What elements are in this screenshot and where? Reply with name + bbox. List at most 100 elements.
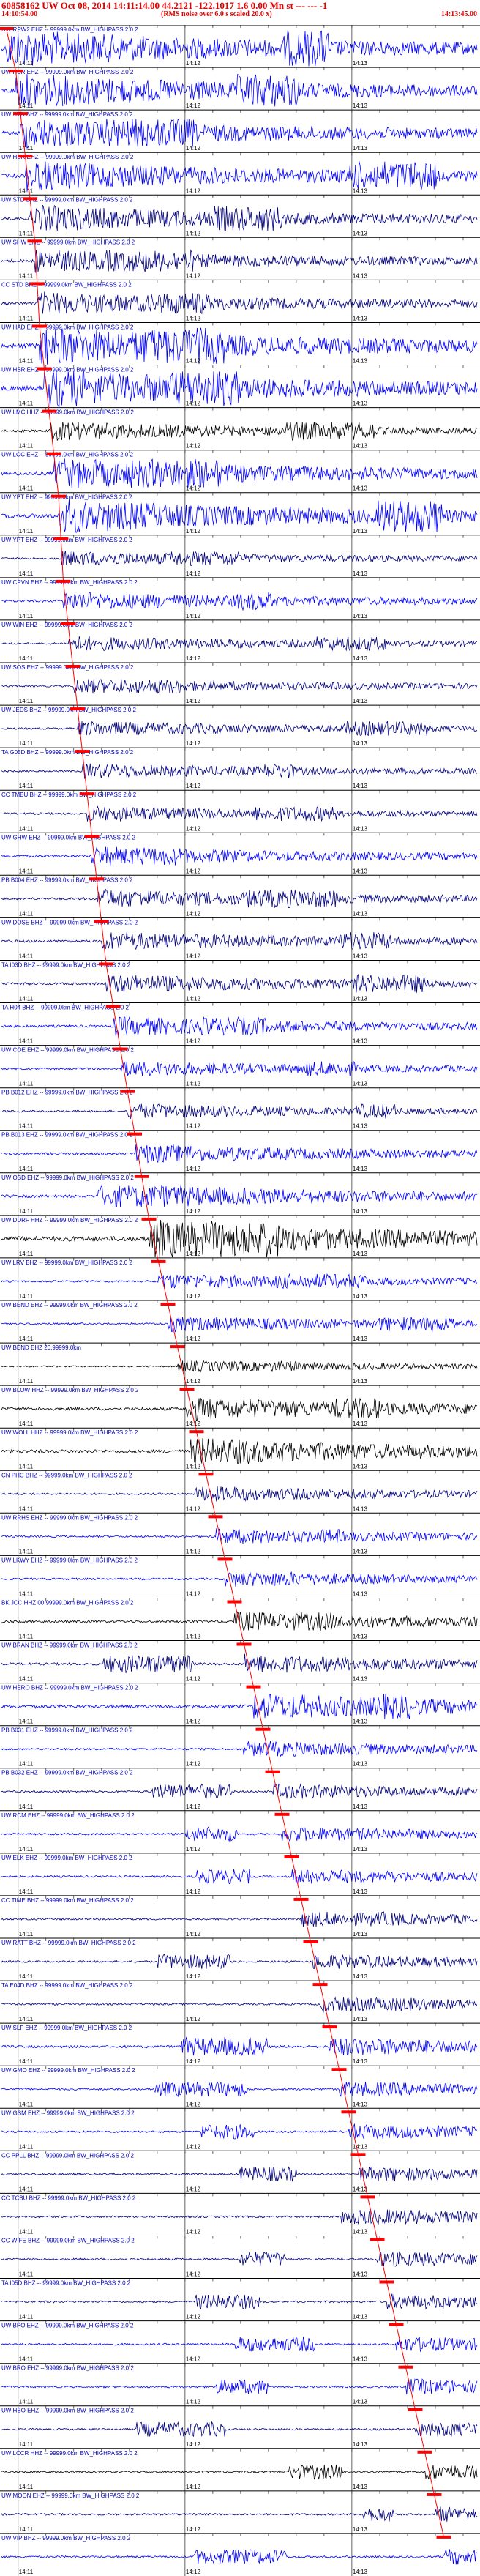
tick-label: 14:13 [353, 272, 368, 279]
station-label: UW HAD EHZ -- 99999.0km BW_HIGHPASS 2.0 … [1, 324, 134, 331]
tick-label: 14:12 [186, 1336, 201, 1342]
tick-label: 14:13 [353, 655, 368, 662]
tick-label: 14:13 [353, 60, 368, 67]
station-label: CC STD BHZ -- 99999.0km BW_HIGHPASS 2.0 … [1, 281, 132, 288]
station-row: 14:11 14:12 14:13 UW GHW EHZ -- 99999.0km B… [0, 832, 480, 876]
tick-label: 14:11 [19, 1548, 34, 1555]
station-label: UW BRO EHZ -- 99999.0km BW_HIGHPASS 2.0 … [1, 2365, 134, 2372]
station-label: CN PHC BHZ -- 99999.0km BW_HIGHPASS 2.0 … [1, 1472, 132, 1478]
tick-label: 14:12 [186, 2526, 201, 2533]
waveform-trace [1, 846, 478, 866]
station-label: UW LMC HHZ -- 99999.0km BW_HIGHPASS 2.0 … [1, 409, 134, 416]
station-row: 14:11 14:12 14:13 UW HBO EHZ -- 99999.0km B… [0, 2405, 480, 2449]
tick-label: 14:12 [186, 1719, 201, 1725]
tick-label: 14:12 [186, 1038, 201, 1045]
station-row: 14:11 14:12 14:13 UW SHW EHZ -- 99999.0km B… [0, 237, 480, 280]
station-row: 14:11 14:12 14:13 CC TMBU BHZ -- 99999.0km … [0, 789, 480, 833]
tick-label: 14:12 [186, 1421, 201, 1427]
waveform-trace [1, 327, 478, 365]
tick-label: 14:12 [186, 485, 201, 492]
tick-label: 14:13 [353, 2314, 368, 2320]
station-row: 14:11 14:12 14:13 TA I05D BHZ -- 99999.0km … [0, 2278, 480, 2321]
tick-label: 14:13 [353, 1676, 368, 1683]
station-label: UW RPW2 EHZ -- 99999.0km BW_HIGHPASS 2.0… [1, 26, 138, 33]
tick-label: 14:11 [19, 272, 34, 279]
station-label: TA E04D BHZ -- 99999.0km BW_HIGHPASS 2.0… [1, 1982, 133, 1989]
tick-label: 14:11 [19, 230, 34, 237]
waveform-trace [1, 2464, 478, 2480]
tick-label: 14:12 [186, 2186, 201, 2192]
tick-label: 14:12 [186, 1931, 201, 1937]
tick-label: 14:13 [353, 2271, 368, 2278]
station-row: 14:11 14:12 14:13 UW HERO BHZ -- 99999.0km … [0, 1683, 480, 1726]
station-row: 14:11 14:12 14:13 UW RATT BHZ -- 99999.0km … [0, 1937, 480, 1981]
tick-label: 14:11 [19, 103, 34, 109]
tick-label: 14:13 [353, 187, 368, 194]
tick-label: 14:13 [353, 1293, 368, 1300]
tick-label: 14:12 [186, 825, 201, 832]
station-row: 14:11 14:12 14:13 CC WIFE BHZ -- 99999.0km … [0, 2236, 480, 2279]
tick-label: 14:11 [19, 145, 34, 152]
waveform-trace [1, 1954, 478, 1970]
tick-label: 14:12 [186, 1123, 201, 1130]
station-row: 14:11 14:12 14:13 UW OSD EHZ -- 99999.0km B… [0, 1172, 480, 1216]
tick-label: 14:13 [353, 358, 368, 365]
station-row: 14:11 14:12 14:13 UW BRO EHZ -- 99999.0km B… [0, 2363, 480, 2406]
tick-label: 14:11 [19, 698, 34, 704]
station-row: 14:11 14:12 14:13 UW LCCR HHZ -- 99999.0km … [0, 2448, 480, 2491]
tick-label: 14:12 [186, 570, 201, 577]
station-row: 14:11 14:12 14:13 TA G05D BHZ -- 99999.0km … [0, 747, 480, 791]
station-label: UW BPO EHZ -- 99999.0km BW_HIGHPASS 2.0 … [1, 2323, 134, 2329]
station-row: 14:11 14:12 14:13 UW WOLL HHZ -- 99999.0km … [0, 1427, 480, 1471]
tick-label: 14:11 [19, 1761, 34, 1768]
station-label: UW LKWY EHZ -- 99999.0km BW_HIGHPASS 2.0… [1, 1557, 138, 1563]
tick-label: 14:11 [19, 613, 34, 619]
tick-label: 14:12 [186, 1676, 201, 1683]
station-label: UW HSR EHZ -- 99999.0km BW_HIGHPASS 2.0 … [1, 367, 134, 373]
station-row: 14:11 14:12 14:13UW HSR EHZ -- 99999.0km B… [0, 152, 480, 196]
tick-label: 14:12 [186, 910, 201, 917]
waveform-trace [1, 1653, 478, 1674]
tick-label: 14:13 [353, 1888, 368, 1895]
tick-label: 14:13 [353, 740, 368, 747]
station-row: 14:11 14:12 14:13 UW VIP BHZ -- 99999.0km B… [0, 2533, 480, 2576]
tick-label: 14:12 [186, 2356, 201, 2363]
station-label: UW HBO EHZ -- 99999.0km BW_HIGHPASS 2.0 … [1, 2408, 134, 2414]
tick-label: 14:12 [186, 358, 201, 365]
tick-label: 14:11 [19, 1038, 34, 1045]
tick-label: 14:12 [186, 1293, 201, 1300]
tick-label: 14:13 [353, 1378, 368, 1385]
waveform-trace [1, 720, 478, 737]
tick-label: 14:12 [186, 1888, 201, 1895]
waveform-trace [1, 1219, 478, 1257]
waveform-trace [1, 1693, 478, 1719]
station-label: UW HERO BHZ -- 99999.0km BW_HIGHPASS 2.0… [1, 1685, 138, 1691]
station-label: PB B032 EHZ -- 99999.0km BW_HIGHPASS 2.0… [1, 1770, 133, 1776]
tick-label: 14:13 [353, 1463, 368, 1470]
tick-label: 14:12 [186, 1846, 201, 1853]
tick-label: 14:13 [353, 1038, 368, 1045]
station-row: 14:11 14:12 14:13 UW SLF EHZ -- 99999.0km B… [0, 2022, 480, 2066]
tick-label: 14:11 [19, 740, 34, 747]
tick-label: 14:12 [186, 2101, 201, 2107]
tick-label: 14:13 [353, 1548, 368, 1555]
plot-header: 60858162 UW Oct 08, 2014 14:11:14.00 44.… [0, 0, 480, 25]
tick-label: 14:12 [186, 187, 201, 194]
tick-label: 14:11 [19, 443, 34, 450]
waveform-trace [1, 1061, 478, 1077]
station-row: 14:11 14:12 14:13 CC TIME BHZ -- 99999.0km … [0, 1895, 480, 1938]
waveform-trace [1, 458, 478, 488]
tick-label: 14:11 [19, 1591, 34, 1598]
station-label: CC TMBU BHZ -- 99999.0km BW_HIGHPASS 2.0… [1, 792, 137, 798]
tick-label: 14:13 [353, 1208, 368, 1215]
tick-label: 14:12 [186, 60, 201, 67]
station-row: 14:11 14:12 14:13 UW BEND EHZ 20.99999.0km [0, 1342, 480, 1386]
station-row: 14:11 14:12 14:13TA I03D BHZ -- 99999.0km … [0, 960, 480, 1003]
waveform-trace [1, 1826, 478, 1842]
station-row: 14:11 14:12 14:13UW HSR EHZ -- 99999.0km B… [0, 67, 480, 111]
tick-label: 14:12 [186, 2016, 201, 2022]
waveform-trace [1, 204, 478, 232]
tick-label: 14:13 [353, 1931, 368, 1937]
waveform-trace [1, 1397, 478, 1421]
waveform-trace [1, 1185, 478, 1207]
